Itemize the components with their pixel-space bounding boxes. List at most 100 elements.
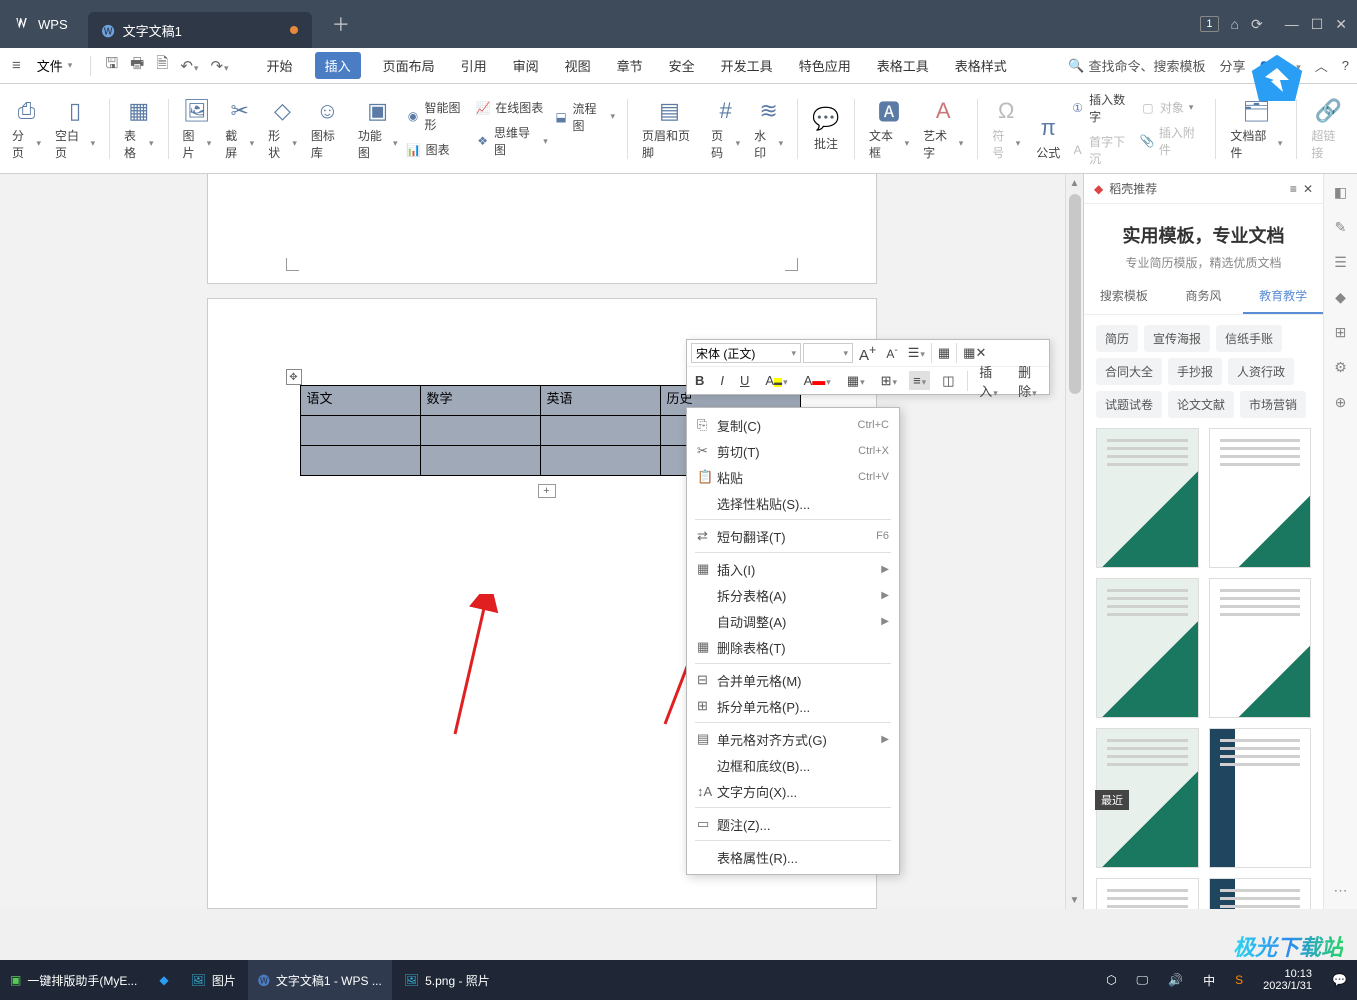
table-button[interactable]: ▦表格▾ [122, 93, 156, 165]
tab-developer[interactable]: 开发工具 [717, 50, 777, 81]
header-footer-button[interactable]: ▤页眉和页脚 [640, 93, 699, 165]
search-box[interactable]: 🔍 查找命令、搜索模板 [1068, 56, 1205, 75]
pill-resume[interactable]: 简历 [1096, 325, 1138, 352]
tray-display-icon[interactable]: 🖵 [1127, 960, 1159, 1000]
rail-icon[interactable]: ⊕ [1335, 394, 1347, 411]
menu-paste[interactable]: 📋粘贴Ctrl+V [687, 464, 899, 490]
funcimg-button[interactable]: ▣功能图▾ [356, 93, 400, 165]
formula-button[interactable]: π公式 [1032, 110, 1064, 165]
tab-tablestyle[interactable]: 表格样式 [951, 50, 1011, 81]
taskbar-app-wps[interactable]: 🅦文字文稿1 - WPS ... [248, 960, 392, 1000]
share-button[interactable]: 分享 [1219, 56, 1245, 75]
tab-security[interactable]: 安全 [665, 50, 699, 81]
online-chart-button[interactable]: 📈在线图表 [475, 99, 548, 116]
save-icon[interactable]: 🖫 [101, 51, 122, 80]
tab-tabletools[interactable]: 表格工具 [873, 50, 933, 81]
new-tab-button[interactable]: ＋ [332, 11, 350, 37]
watermark-button[interactable]: ≋水印▾ [752, 93, 785, 165]
template-thumb[interactable] [1096, 428, 1199, 568]
chevron-up-icon[interactable]: ︿ [1315, 56, 1328, 75]
minimize-button[interactable]: — [1285, 16, 1299, 32]
menu-insert[interactable]: ▦插入(I)▶ [687, 556, 899, 582]
rail-icon[interactable]: ⊞ [1335, 324, 1347, 341]
chart-button[interactable]: 📊图表 [406, 141, 470, 158]
menu-cut[interactable]: ✂剪切(T)Ctrl+X [687, 438, 899, 464]
insert-label[interactable]: 插入▾ [975, 360, 1006, 402]
delete-label[interactable]: 删除▾ [1014, 360, 1045, 402]
tab-special[interactable]: 特色应用 [795, 50, 855, 81]
table-edit-icon[interactable]: ▦ [934, 343, 954, 363]
panel-tab-edu[interactable]: 教育教学 [1243, 279, 1323, 314]
highlight-icon[interactable]: A▬▾ [761, 371, 791, 390]
print-preview-icon[interactable]: 🗎 [152, 51, 172, 80]
taskbar-app-photos[interactable]: 🖼5.png - 照片 [394, 960, 500, 1000]
pill-poster[interactable]: 宣传海报 [1144, 325, 1210, 352]
tab-reference[interactable]: 引用 [457, 50, 491, 81]
add-row-button[interactable]: + [538, 484, 556, 498]
rail-icon[interactable]: ◆ [1335, 289, 1346, 306]
panel-menu-icon[interactable]: ≡ [1290, 182, 1297, 196]
wps-home-tab[interactable]: WPS [0, 15, 88, 33]
line-spacing-icon[interactable]: ☰▾ [904, 343, 929, 363]
menu-translate[interactable]: ⇄短句翻译(T)F6 [687, 523, 899, 549]
underline-button[interactable]: U [736, 371, 753, 390]
menu-autofit[interactable]: 自动调整(A)▶ [687, 608, 899, 634]
rail-icon[interactable]: ◧ [1334, 184, 1347, 201]
table-cell[interactable]: 语文 [300, 386, 420, 416]
skin-icon[interactable]: ⌂ [1231, 16, 1239, 32]
smartart-button[interactable]: ◉智能图形 [406, 99, 470, 133]
close-button[interactable]: ✕ [1335, 16, 1347, 33]
template-thumb[interactable] [1096, 578, 1199, 718]
document-canvas[interactable]: ✥ 语文 数学 英语 历史 + ▲ ▼ [0, 174, 1083, 909]
scrollbar-thumb[interactable] [1069, 194, 1081, 394]
tab-section[interactable]: 章节 [613, 50, 647, 81]
menu-split-table[interactable]: 拆分表格(A)▶ [687, 582, 899, 608]
maximize-button[interactable]: ☐ [1311, 16, 1324, 33]
symbol-button[interactable]: Ω符号▾ [990, 93, 1022, 165]
taskbar-app-pictures[interactable]: 🖼图片 [181, 960, 246, 1000]
menu-split-cells[interactable]: ⊞拆分单元格(P)... [687, 693, 899, 719]
scroll-down-icon[interactable]: ▼ [1066, 891, 1083, 909]
menu-paste-special[interactable]: 选择性粘贴(S)... [687, 490, 899, 516]
vertical-scrollbar[interactable]: ▲ ▼ [1065, 174, 1083, 909]
tab-review[interactable]: 审阅 [509, 50, 543, 81]
tab-view[interactable]: 视图 [561, 50, 595, 81]
table-move-handle[interactable]: ✥ [286, 369, 302, 385]
rail-icon[interactable]: ⋯ [1334, 882, 1348, 899]
print-icon[interactable]: 🖶 [126, 51, 148, 80]
menu-caption[interactable]: ▭题注(Z)... [687, 811, 899, 837]
tray-clock[interactable]: 10:13 2023/1/31 [1253, 968, 1322, 992]
taskbar-app-bird[interactable]: ◆ [149, 960, 178, 1000]
rail-icon[interactable]: ⚙ [1334, 359, 1347, 376]
pill-letter[interactable]: 信纸手账 [1216, 325, 1282, 352]
pill-hr[interactable]: 人资行政 [1228, 358, 1294, 385]
menu-cell-align[interactable]: ▤单元格对齐方式(G)▶ [687, 726, 899, 752]
help-icon[interactable]: ? [1342, 58, 1349, 73]
pill-paper[interactable]: 论文文献 [1168, 391, 1234, 418]
rail-icon[interactable]: ✎ [1335, 219, 1347, 236]
menu-delete-table[interactable]: ▦删除表格(T) [687, 634, 899, 660]
blank-page-button[interactable]: ▯空白页▾ [53, 93, 97, 165]
pill-exam[interactable]: 试题试卷 [1096, 391, 1162, 418]
undo-icon[interactable]: ↶▾ [176, 55, 202, 77]
grow-font-icon[interactable]: A+ [855, 341, 880, 366]
wordart-button[interactable]: A艺术字▾ [921, 93, 965, 165]
menu-text-direction[interactable]: ↕A文字方向(X)... [687, 778, 899, 804]
pill-handout[interactable]: 手抄报 [1168, 358, 1222, 385]
tab-start[interactable]: 开始 [263, 50, 297, 81]
comment-button[interactable]: 💬批注 [810, 101, 842, 156]
pill-contract[interactable]: 合同大全 [1096, 358, 1162, 385]
font-size-dropdown[interactable]: ▾ [803, 343, 853, 363]
shrink-font-icon[interactable]: A- [882, 343, 901, 363]
template-thumb[interactable] [1209, 728, 1312, 868]
tray-sogou-icon[interactable]: S [1225, 960, 1253, 1000]
template-thumb[interactable] [1209, 878, 1312, 909]
menu-merge-cells[interactable]: ⊟合并单元格(M) [687, 667, 899, 693]
tab-pagelayout[interactable]: 页面布局 [379, 50, 439, 81]
font-family-dropdown[interactable]: 宋体 (正文)▾ [691, 343, 801, 363]
menu-icon[interactable]: ≡ [8, 55, 25, 76]
tray-volume-icon[interactable]: 🔊 [1158, 960, 1193, 1000]
template-thumb[interactable] [1096, 878, 1199, 909]
flowchart-button[interactable]: ⬓流程图▾ [554, 100, 615, 134]
tray-notifications-icon[interactable]: 💬 [1322, 960, 1357, 1000]
